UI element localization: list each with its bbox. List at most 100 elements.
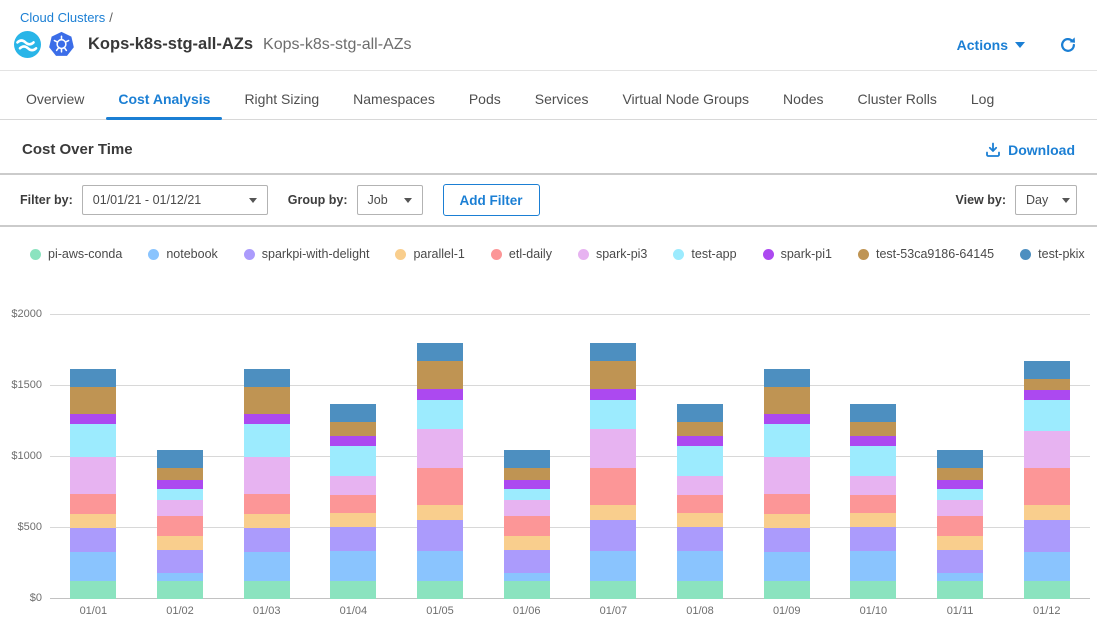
bar-segment-etl-daily[interactable] xyxy=(1024,468,1070,505)
tab-overview[interactable]: Overview xyxy=(26,91,84,119)
legend-item-test-pkix[interactable]: test-pkix xyxy=(1020,247,1085,261)
bar-segment-test-pkix[interactable] xyxy=(937,450,983,468)
bar-segment-notebook[interactable] xyxy=(1024,552,1070,581)
bar-segment-notebook[interactable] xyxy=(244,552,290,581)
bar-segment-spark-pi3[interactable] xyxy=(677,476,723,494)
tab-right-sizing[interactable]: Right Sizing xyxy=(244,91,319,119)
bar-segment-sparkpi-with-delight[interactable] xyxy=(417,520,463,552)
bar-segment-spark-pi1[interactable] xyxy=(1024,390,1070,399)
tab-nodes[interactable]: Nodes xyxy=(783,91,823,119)
bar-segment-spark-pi1[interactable] xyxy=(504,480,550,489)
bar-segment-parallel-1[interactable] xyxy=(417,505,463,520)
bar-segment-spark-pi1[interactable] xyxy=(850,436,896,446)
bar-segment-notebook[interactable] xyxy=(764,552,810,581)
bar-segment-test-app[interactable] xyxy=(157,489,203,500)
bar-segment-sparkpi-with-delight[interactable] xyxy=(590,520,636,552)
bar-segment-etl-daily[interactable] xyxy=(330,495,376,513)
bar-segment-parallel-1[interactable] xyxy=(70,514,116,528)
legend-item-test-app[interactable]: test-app xyxy=(673,247,736,261)
legend-item-etl-daily[interactable]: etl-daily xyxy=(491,247,552,261)
bar-segment-test-53ca9186-64145[interactable] xyxy=(70,387,116,414)
bar-segment-test-53ca9186-64145[interactable] xyxy=(244,387,290,414)
tab-services[interactable]: Services xyxy=(535,91,589,119)
legend-item-notebook[interactable]: notebook xyxy=(148,247,217,261)
bar-segment-spark-pi3[interactable] xyxy=(330,476,376,494)
bar-segment-etl-daily[interactable] xyxy=(504,516,550,536)
bar-01-01[interactable] xyxy=(70,315,116,599)
bar-segment-test-app[interactable] xyxy=(764,424,810,457)
actions-button[interactable]: Actions xyxy=(957,37,1025,53)
bar-segment-parallel-1[interactable] xyxy=(504,536,550,550)
bar-segment-etl-daily[interactable] xyxy=(157,516,203,536)
bar-01-10[interactable] xyxy=(850,315,896,599)
date-range-select[interactable]: 01/01/21 - 01/12/21 xyxy=(82,185,268,215)
refresh-button[interactable] xyxy=(1059,36,1077,54)
bar-segment-parallel-1[interactable] xyxy=(330,513,376,526)
bar-segment-test-53ca9186-64145[interactable] xyxy=(330,422,376,436)
bar-segment-notebook[interactable] xyxy=(850,551,896,581)
bar-segment-parallel-1[interactable] xyxy=(590,505,636,520)
breadcrumb-link-cloud-clusters[interactable]: Cloud Clusters xyxy=(20,10,105,25)
bar-segment-pi-aws-conda[interactable] xyxy=(937,581,983,599)
bar-segment-spark-pi3[interactable] xyxy=(157,500,203,516)
bar-segment-spark-pi3[interactable] xyxy=(764,457,810,494)
bar-segment-test-53ca9186-64145[interactable] xyxy=(937,468,983,480)
bar-segment-spark-pi3[interactable] xyxy=(850,476,896,494)
bar-segment-sparkpi-with-delight[interactable] xyxy=(330,527,376,552)
bar-01-09[interactable] xyxy=(764,315,810,599)
bar-01-08[interactable] xyxy=(677,315,723,599)
bar-segment-notebook[interactable] xyxy=(417,551,463,581)
bar-segment-spark-pi1[interactable] xyxy=(937,480,983,489)
bar-segment-test-pkix[interactable] xyxy=(417,343,463,361)
bar-segment-test-53ca9186-64145[interactable] xyxy=(677,422,723,436)
bar-segment-sparkpi-with-delight[interactable] xyxy=(504,550,550,573)
bar-segment-test-pkix[interactable] xyxy=(70,369,116,387)
bar-segment-etl-daily[interactable] xyxy=(677,495,723,513)
bar-segment-spark-pi3[interactable] xyxy=(1024,431,1070,469)
bar-segment-test-app[interactable] xyxy=(850,446,896,476)
legend-item-pi-aws-conda[interactable]: pi-aws-conda xyxy=(30,247,122,261)
bar-segment-parallel-1[interactable] xyxy=(850,513,896,526)
bar-segment-test-pkix[interactable] xyxy=(590,343,636,361)
bar-segment-spark-pi3[interactable] xyxy=(70,457,116,494)
bar-01-05[interactable] xyxy=(417,315,463,599)
bar-segment-etl-daily[interactable] xyxy=(417,468,463,505)
bar-segment-test-app[interactable] xyxy=(590,400,636,430)
bar-segment-spark-pi3[interactable] xyxy=(937,500,983,516)
group-by-select[interactable]: Job xyxy=(357,185,423,215)
bar-segment-test-app[interactable] xyxy=(1024,400,1070,431)
bar-segment-test-pkix[interactable] xyxy=(157,450,203,468)
bar-segment-etl-daily[interactable] xyxy=(850,495,896,513)
legend-item-spark-pi3[interactable]: spark-pi3 xyxy=(578,247,647,261)
tab-cost-analysis[interactable]: Cost Analysis xyxy=(118,91,210,119)
bar-segment-sparkpi-with-delight[interactable] xyxy=(937,550,983,573)
bar-segment-spark-pi1[interactable] xyxy=(417,389,463,400)
bar-segment-parallel-1[interactable] xyxy=(157,536,203,550)
bar-segment-spark-pi3[interactable] xyxy=(590,429,636,467)
legend-item-test-53ca9186-64145[interactable]: test-53ca9186-64145 xyxy=(858,247,994,261)
bar-segment-spark-pi1[interactable] xyxy=(244,414,290,424)
bar-segment-test-app[interactable] xyxy=(504,489,550,500)
view-by-select[interactable]: Day xyxy=(1015,185,1077,215)
bar-segment-etl-daily[interactable] xyxy=(70,494,116,514)
bar-segment-test-app[interactable] xyxy=(244,424,290,457)
bar-segment-test-53ca9186-64145[interactable] xyxy=(1024,379,1070,390)
bar-segment-spark-pi1[interactable] xyxy=(590,389,636,400)
bar-segment-etl-daily[interactable] xyxy=(764,494,810,514)
bar-segment-spark-pi3[interactable] xyxy=(417,429,463,467)
bar-segment-pi-aws-conda[interactable] xyxy=(504,581,550,599)
download-button[interactable]: Download xyxy=(985,142,1075,158)
bar-segment-pi-aws-conda[interactable] xyxy=(157,581,203,599)
bar-segment-etl-daily[interactable] xyxy=(590,468,636,505)
bar-01-12[interactable] xyxy=(1024,315,1070,599)
bar-segment-sparkpi-with-delight[interactable] xyxy=(1024,520,1070,552)
tab-namespaces[interactable]: Namespaces xyxy=(353,91,435,119)
bar-segment-test-53ca9186-64145[interactable] xyxy=(417,361,463,389)
tab-log[interactable]: Log xyxy=(971,91,994,119)
bar-segment-test-53ca9186-64145[interactable] xyxy=(764,387,810,414)
bar-segment-parallel-1[interactable] xyxy=(1024,505,1070,520)
bar-segment-test-app[interactable] xyxy=(937,489,983,500)
bar-segment-test-53ca9186-64145[interactable] xyxy=(590,361,636,389)
bar-01-07[interactable] xyxy=(590,315,636,599)
bar-segment-pi-aws-conda[interactable] xyxy=(590,581,636,599)
